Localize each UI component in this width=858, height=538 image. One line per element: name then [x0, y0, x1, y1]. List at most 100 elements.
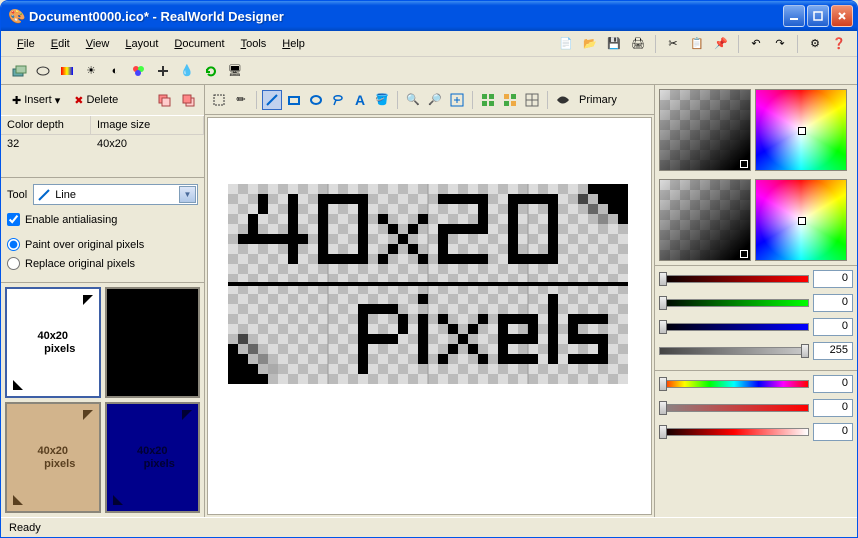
refresh-icon[interactable] [201, 61, 221, 81]
line-tool-icon[interactable] [262, 90, 282, 110]
ellipse-icon[interactable] [33, 61, 53, 81]
sharpen-icon[interactable] [153, 61, 173, 81]
tool-select[interactable]: Line ▼ [33, 184, 198, 205]
arrange-front-icon[interactable] [154, 90, 174, 110]
rgba-sliders: 0 0 0 255 [655, 265, 857, 370]
window-title: Document0000.ico* - RealWorld Designer [29, 9, 783, 24]
ellipse-tool-icon[interactable] [306, 90, 326, 110]
col-depth[interactable]: Color depth [1, 116, 91, 134]
arrange-back-icon[interactable] [178, 90, 198, 110]
text-tool-icon[interactable]: A [350, 90, 370, 110]
cut-icon[interactable]: ✂ [663, 34, 683, 54]
redo-icon[interactable]: ↷ [770, 34, 790, 54]
monitor-icon[interactable]: 🖥 [225, 61, 245, 81]
zoom-out-icon[interactable]: 🔍 [403, 90, 423, 110]
canvas-toolbar: ✏ A 🪣 🔍 🔎 Primary [205, 85, 654, 115]
rect-tool-icon[interactable] [284, 90, 304, 110]
antialias-label: Enable antialiasing [25, 214, 117, 226]
save-icon[interactable]: 💾 [604, 34, 624, 54]
line-tool-icon [37, 188, 51, 202]
delete-button[interactable]: ✖Delete [69, 91, 123, 110]
alpha-picker-1[interactable] [659, 89, 751, 171]
copy-icon[interactable]: 📋 [687, 34, 707, 54]
blur-icon[interactable]: 💧 [177, 61, 197, 81]
hue-picker-2[interactable] [755, 179, 847, 261]
slider-alpha[interactable]: 255 [659, 342, 853, 360]
canvas-viewport[interactable] [207, 117, 652, 515]
grid-c-icon[interactable] [522, 90, 542, 110]
open-icon[interactable]: 📂 [580, 34, 600, 54]
paint-over-radio[interactable] [7, 238, 20, 251]
paste-icon[interactable]: 📌 [711, 34, 731, 54]
menu-layout[interactable]: Layout [117, 35, 166, 53]
tool-options: Tool Line ▼ Enable antialiasing Paint ov… [1, 178, 204, 283]
lasso-tool-icon[interactable] [328, 90, 348, 110]
insert-button[interactable]: ✚Insert ▾ [7, 91, 65, 110]
primary-label: Primary [575, 94, 621, 106]
preview-navy[interactable]: 40x20pixels [105, 402, 201, 513]
grid-b-icon[interactable] [500, 90, 520, 110]
cell-depth: 32 [1, 137, 91, 151]
preview-grid: 40x20pixels 40x20pixels 40x20pixels [1, 283, 204, 517]
layer-header: Color depth Image size [1, 115, 204, 135]
preview-tan[interactable]: 40x20pixels [5, 402, 101, 513]
right-panel: 0 0 0 255 0 0 [654, 85, 857, 517]
grid-a-icon[interactable] [478, 90, 498, 110]
contrast-icon[interactable]: ◐ [105, 61, 125, 81]
cell-size: 40x20 [91, 137, 133, 151]
preview-white[interactable]: 40x20pixels [5, 287, 101, 398]
tool-label: Tool [7, 189, 27, 201]
layer-toolbar: ✚Insert ▾ ✖Delete [1, 85, 204, 115]
col-size[interactable]: Image size [91, 116, 204, 134]
menubar: File Edit View Layout Document Tools Hel… [1, 31, 857, 57]
select-tool-icon[interactable] [209, 90, 229, 110]
replace-label: Replace original pixels [25, 258, 135, 270]
minimize-button[interactable] [783, 5, 805, 27]
menu-view[interactable]: View [78, 35, 118, 53]
new-icon[interactable]: 📄 [556, 34, 576, 54]
maximize-button[interactable] [807, 5, 829, 27]
settings-icon[interactable]: ⚙ [805, 34, 825, 54]
replace-radio[interactable] [7, 257, 20, 270]
menu-tools[interactable]: Tools [233, 35, 275, 53]
dropdown-arrow-icon[interactable]: ▼ [179, 186, 196, 203]
paint-over-label: Paint over original pixels [25, 239, 144, 251]
menu-help[interactable]: Help [274, 35, 313, 53]
layers-icon[interactable] [9, 61, 29, 81]
insert-icon: ✚ [12, 94, 21, 107]
app-icon: 🎨 [9, 8, 25, 24]
menu-edit[interactable]: Edit [43, 35, 78, 53]
status-text: Ready [9, 522, 41, 534]
delete-icon: ✖ [74, 94, 83, 107]
preview-black[interactable] [105, 287, 201, 398]
zoom-in-icon[interactable]: 🔎 [425, 90, 445, 110]
left-panel: ✚Insert ▾ ✖Delete Color depth Image size… [1, 85, 205, 517]
slider-sat[interactable]: 0 [659, 399, 853, 417]
hue-picker-1[interactable] [755, 89, 847, 171]
slider-blue[interactable]: 0 [659, 318, 853, 336]
pencil-tool-icon[interactable]: ✏ [231, 90, 251, 110]
titlebar: 🎨 Document0000.ico* - RealWorld Designer [1, 1, 857, 31]
layer-row[interactable]: 32 40x20 [1, 135, 204, 153]
slider-hue[interactable]: 0 [659, 375, 853, 393]
slider-green[interactable]: 0 [659, 294, 853, 312]
print-icon[interactable]: 🖨 [628, 34, 648, 54]
statusbar: Ready [1, 517, 857, 537]
help-icon[interactable]: ❓ [829, 34, 849, 54]
alpha-picker-2[interactable] [659, 179, 751, 261]
antialias-checkbox[interactable] [7, 213, 20, 226]
effects-toolbar: ☀ ◐ 💧 🖥 [1, 57, 857, 85]
primary-color-icon[interactable] [553, 90, 573, 110]
canvas-area: ✏ A 🪣 🔍 🔎 Primary [205, 85, 654, 517]
close-button[interactable] [831, 5, 853, 27]
hue-icon[interactable] [129, 61, 149, 81]
menu-file[interactable]: File [9, 35, 43, 53]
brightness-icon[interactable]: ☀ [81, 61, 101, 81]
menu-document[interactable]: Document [166, 35, 232, 53]
gradient-icon[interactable] [57, 61, 77, 81]
slider-lum[interactable]: 0 [659, 423, 853, 441]
undo-icon[interactable]: ↶ [746, 34, 766, 54]
slider-red[interactable]: 0 [659, 270, 853, 288]
fill-tool-icon[interactable]: 🪣 [372, 90, 392, 110]
fit-icon[interactable] [447, 90, 467, 110]
